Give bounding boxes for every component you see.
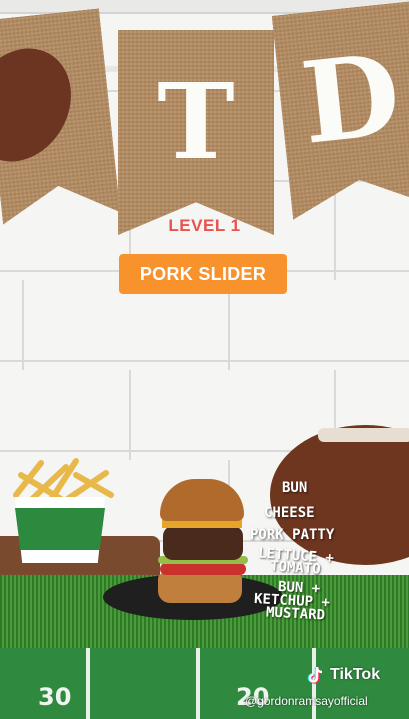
tiktok-logo: TikTok: [306, 665, 380, 685]
video-frame[interactable]: T D LEVEL 1 PORK SLIDER 30 20 BUN CHEESE…: [0, 0, 409, 719]
recipe-title-badge: PORK SLIDER: [119, 254, 287, 294]
yard-line: [196, 648, 200, 719]
ingredient-item: CHEESE: [264, 505, 315, 521]
burger-bottom-bun: [158, 573, 242, 603]
level-label: LEVEL 1: [168, 216, 241, 235]
pennant-letter-d: D: [295, 29, 406, 170]
ingredient-item: MUSTARD: [265, 604, 326, 624]
fries-cup-band: [15, 508, 105, 550]
burger-patty: [163, 526, 243, 560]
ingredient-item: TOMATO: [269, 558, 322, 578]
burger-tomato: [160, 563, 246, 575]
ingredient-item: PORK PATTY: [250, 527, 335, 543]
tile-joint: [129, 370, 131, 460]
creator-handle[interactable]: @gordonramsayofficial: [245, 694, 368, 708]
yard-line: [86, 648, 90, 719]
pennant-d: D: [272, 1, 409, 220]
ingredient-item: BUN: [282, 480, 308, 496]
yard-number: 30: [38, 683, 72, 711]
pennant-letter-t: T: [157, 60, 235, 183]
tiktok-brand: TikTok: [330, 666, 381, 683]
tile-joint: [22, 280, 24, 370]
football-lace: [318, 428, 409, 442]
tiktok-icon: [307, 666, 323, 684]
